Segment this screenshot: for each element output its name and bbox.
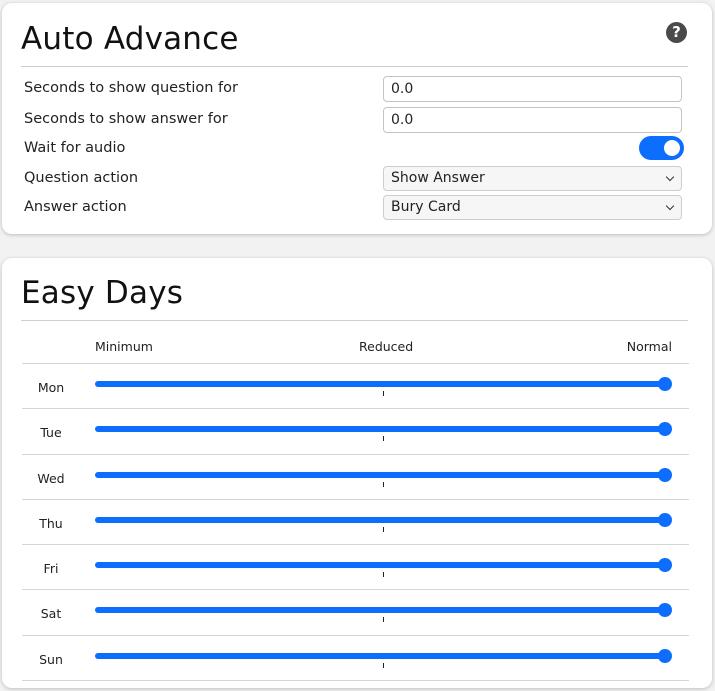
title-divider bbox=[21, 66, 688, 67]
day-slider-thumb[interactable] bbox=[658, 377, 672, 391]
chevron-down-icon bbox=[665, 201, 675, 211]
reduced-tick-mark bbox=[383, 481, 384, 487]
day-slider-track[interactable] bbox=[95, 558, 672, 573]
day-slider-thumb[interactable] bbox=[658, 603, 672, 618]
day-row-thu: Thu bbox=[22, 500, 689, 546]
day-slider-track[interactable] bbox=[95, 377, 672, 391]
day-row-sat: Sat bbox=[22, 590, 689, 636]
answer-action-label: Answer action bbox=[24, 199, 127, 215]
reduced-tick-mark bbox=[383, 436, 384, 442]
day-slider-track[interactable] bbox=[95, 422, 672, 437]
auto-advance-card: Auto Advance ? Seconds to show question … bbox=[2, 3, 712, 234]
help-icon[interactable]: ? bbox=[666, 22, 687, 43]
seconds-question-row: Seconds to show question for bbox=[24, 76, 684, 102]
scale-header: Minimum Reduced Normal bbox=[22, 328, 689, 364]
question-action-value: Show Answer bbox=[391, 170, 485, 186]
day-slider-thumb[interactable] bbox=[658, 422, 672, 437]
day-row-mon: Mon bbox=[22, 364, 689, 410]
day-row-tue: Tue bbox=[22, 409, 689, 455]
scale-normal-label: Normal bbox=[626, 339, 672, 354]
day-slider-track[interactable] bbox=[95, 603, 672, 618]
seconds-answer-input[interactable] bbox=[383, 107, 682, 133]
day-label: Fri bbox=[43, 561, 59, 577]
day-rows: Mon Tue Wed Thu Fri Sat Sun bbox=[22, 364, 689, 682]
reduced-tick-mark bbox=[383, 617, 384, 623]
auto-advance-title: Auto Advance bbox=[21, 21, 239, 57]
reduced-tick-mark bbox=[383, 662, 384, 668]
day-label: Sat bbox=[40, 606, 62, 622]
question-action-select[interactable]: Show Answer bbox=[383, 166, 682, 191]
seconds-answer-row: Seconds to show answer for bbox=[24, 107, 684, 133]
reduced-tick-mark bbox=[383, 526, 384, 532]
chevron-down-icon bbox=[665, 172, 675, 182]
day-row-sun: Sun bbox=[22, 636, 689, 682]
wait-audio-row: Wait for audio bbox=[24, 136, 684, 162]
day-row-wed: Wed bbox=[22, 455, 689, 500]
day-slider-thumb[interactable] bbox=[658, 512, 672, 527]
reduced-tick-mark bbox=[383, 391, 384, 396]
seconds-question-label: Seconds to show question for bbox=[24, 80, 238, 96]
wait-audio-toggle[interactable] bbox=[639, 136, 684, 160]
scale-minimum-label: Minimum bbox=[95, 339, 153, 354]
scale-reduced-label: Reduced bbox=[359, 339, 414, 354]
seconds-answer-label: Seconds to show answer for bbox=[24, 111, 228, 127]
reduced-tick-mark bbox=[383, 572, 384, 578]
day-label: Thu bbox=[39, 515, 63, 531]
day-slider-thumb[interactable] bbox=[658, 648, 672, 663]
day-label: Sun bbox=[39, 651, 63, 667]
easy-days-table: Minimum Reduced Normal Mon Tue Wed Thu Fri Sa… bbox=[22, 328, 689, 682]
answer-action-select[interactable]: Bury Card bbox=[383, 195, 682, 220]
day-slider-thumb[interactable] bbox=[658, 558, 672, 573]
day-label: Wed bbox=[37, 470, 65, 486]
answer-action-value: Bury Card bbox=[391, 199, 461, 215]
question-action-label: Question action bbox=[24, 170, 139, 186]
answer-action-row: Answer action Bury Card bbox=[24, 195, 684, 221]
day-label: Tue bbox=[40, 425, 62, 441]
seconds-question-input[interactable] bbox=[383, 76, 682, 102]
day-row-fri: Fri bbox=[22, 545, 689, 591]
wait-audio-label: Wait for audio bbox=[24, 140, 126, 156]
day-label: Mon bbox=[37, 380, 65, 395]
easy-days-title: Easy Days bbox=[21, 275, 184, 311]
question-action-row: Question action Show Answer bbox=[24, 166, 684, 192]
easy-days-card: Easy Days Minimum Reduced Normal Mon Tue W… bbox=[2, 258, 712, 688]
day-slider-track[interactable] bbox=[95, 648, 672, 663]
title-divider bbox=[21, 320, 688, 321]
toggle-knob bbox=[664, 140, 680, 156]
day-slider-track[interactable] bbox=[95, 512, 672, 527]
day-slider-track[interactable] bbox=[95, 467, 672, 482]
day-slider-thumb[interactable] bbox=[658, 467, 672, 482]
